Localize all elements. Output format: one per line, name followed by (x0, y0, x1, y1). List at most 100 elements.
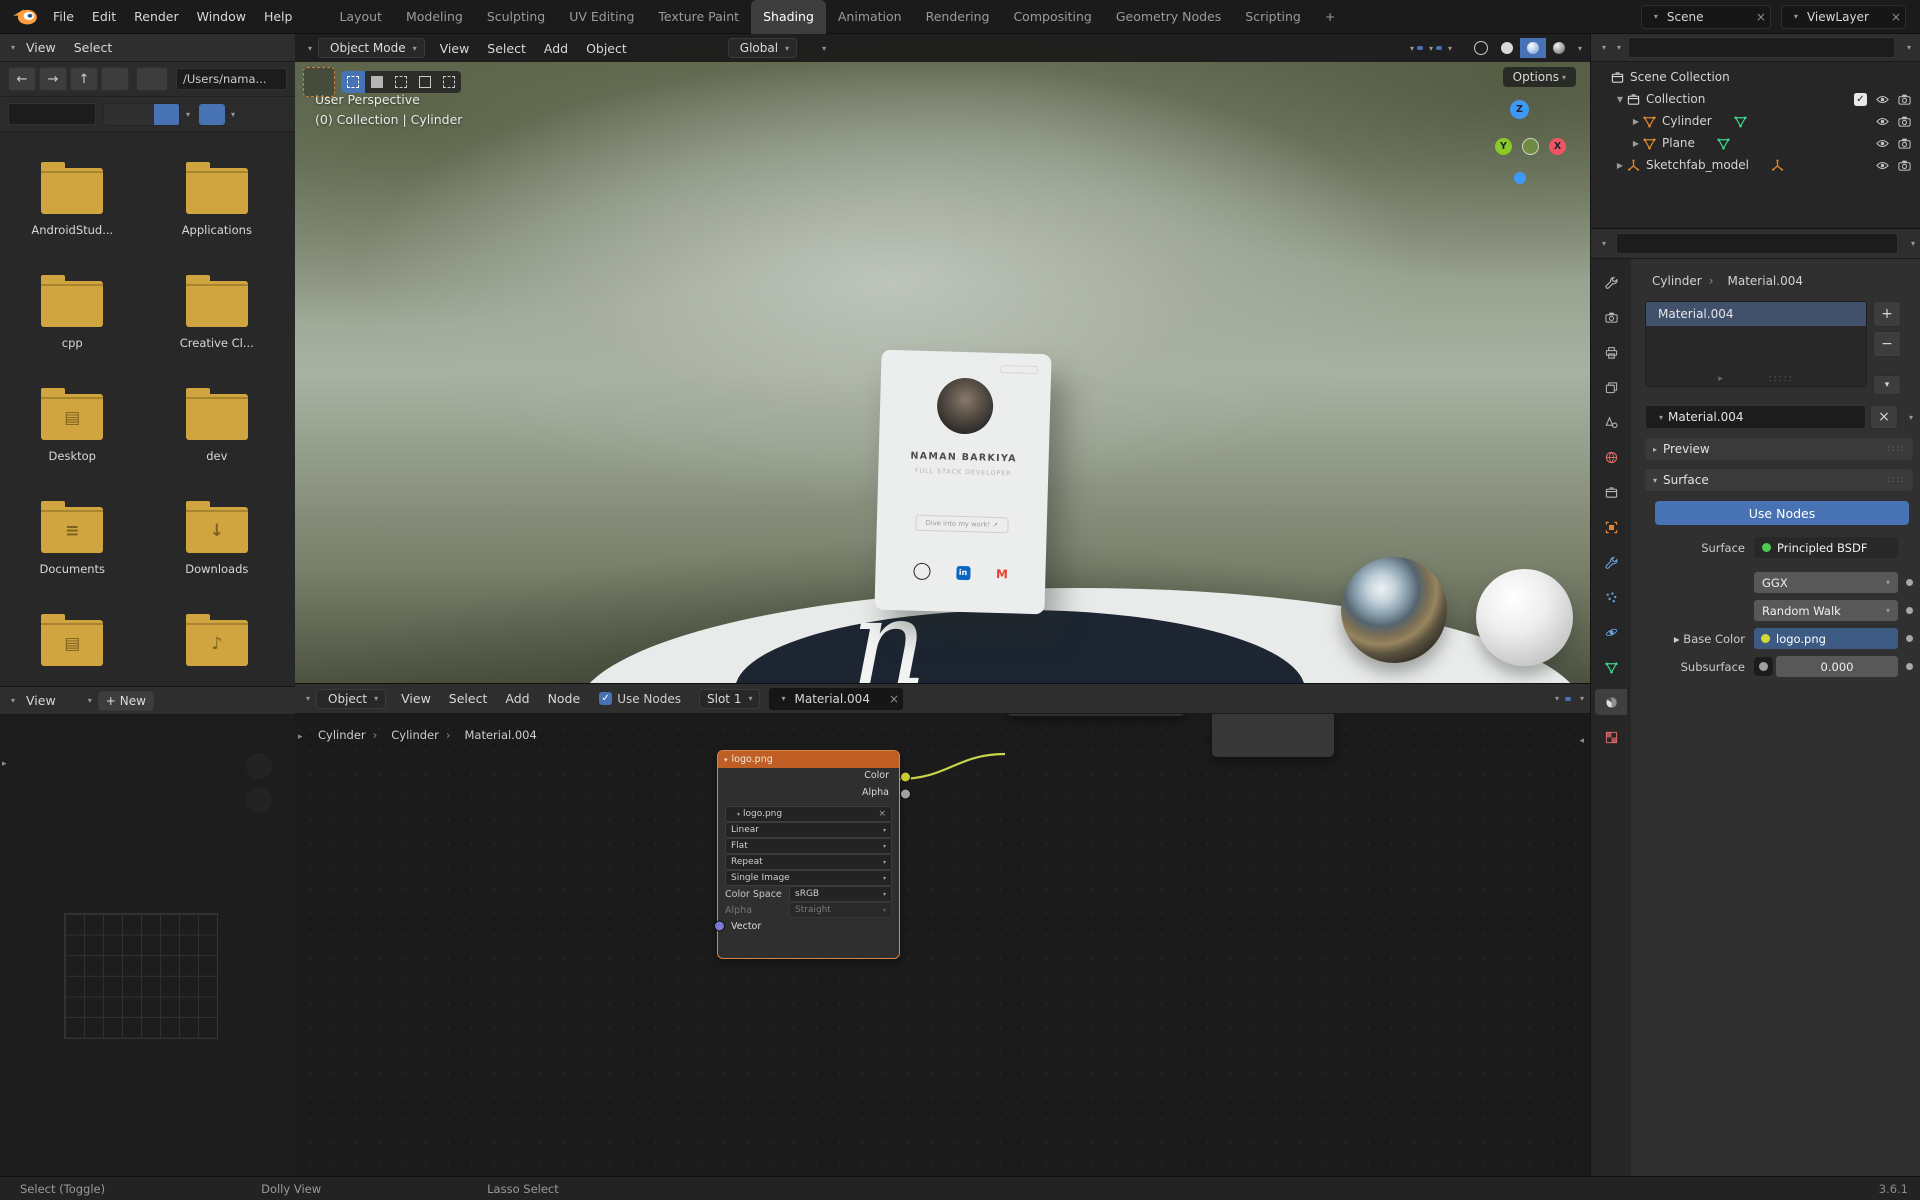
properties-tab-output[interactable] (1595, 339, 1627, 365)
workspace-tab-texture-paint[interactable]: Texture Paint (646, 0, 751, 34)
hide-viewport-icon[interactable] (1876, 115, 1889, 128)
properties-tab-physics[interactable] (1595, 619, 1627, 645)
interpolation-dropdown[interactable]: Linear ▾ (725, 822, 892, 838)
expander-icon[interactable]: ▶ (1629, 139, 1643, 148)
collapse-icon[interactable]: ▾ (724, 756, 728, 764)
visibility-icon[interactable] (1398, 46, 1404, 50)
viewport-menu-add[interactable]: Add (535, 38, 577, 59)
pin-icon[interactable] (906, 697, 914, 701)
menus-collapsed-icon[interactable] (67, 699, 75, 703)
close-icon[interactable]: × (889, 692, 899, 706)
axis-z-gizmo[interactable]: Z (1510, 100, 1529, 119)
image-texture-node[interactable]: ▾ logo.png Color Alpha ▾ logo.png × Line… (714, 750, 911, 959)
disable-render-icon[interactable] (1898, 137, 1911, 150)
use-nodes-checkbox[interactable]: ✓ Use Nodes (599, 692, 681, 706)
workspace-tab-rendering[interactable]: Rendering (914, 0, 1002, 34)
decorator-dot[interactable] (1906, 579, 1913, 586)
breadcrumb-material[interactable]: Material.004 (1728, 274, 1803, 288)
outliner-item-label[interactable]: Cylinder (1662, 114, 1712, 128)
preview-panel-header[interactable]: ▸ Preview :::: (1645, 438, 1913, 460)
viewlayer-name[interactable]: ViewLayer (1803, 10, 1881, 24)
back-button[interactable]: ← (8, 67, 36, 91)
distribution-dropdown[interactable]: GGX ▾ (1754, 572, 1898, 593)
shader-editor-menu-select[interactable]: Select (440, 688, 497, 709)
folder-applications[interactable]: Applications (145, 158, 290, 271)
shader-type-selector[interactable]: Object ▾ (316, 688, 387, 709)
path-field[interactable]: /Users/nama... (176, 68, 287, 90)
sidebar-toggle-icon[interactable]: ▸ (2, 759, 7, 769)
file-search-input[interactable] (8, 103, 96, 125)
folder-androidstud[interactable]: AndroidStud... (0, 158, 145, 271)
folder-downloads[interactable]: ↓ Downloads (145, 497, 290, 610)
forward-button[interactable]: → (39, 67, 67, 91)
workspace-tab-modeling[interactable]: Modeling (394, 0, 475, 34)
workspace-tab-uv-editing[interactable]: UV Editing (557, 0, 646, 34)
output-alpha[interactable]: Alpha (718, 785, 911, 802)
exclude-checkbox[interactable]: ✓ (1854, 92, 1867, 106)
filter-toggle-button[interactable] (199, 103, 226, 125)
up-button[interactable]: ↑ (70, 67, 98, 91)
properties-tab-render[interactable] (1595, 304, 1627, 330)
close-icon[interactable]: × (878, 809, 886, 819)
folder-desktop[interactable]: ▤ Desktop (0, 384, 145, 497)
outliner-row-plane[interactable]: ▶ Plane (1591, 132, 1920, 154)
shader-editor[interactable]: ▾ Object ▾ View Select Add Node ✓ Use Nodes… (295, 683, 1590, 1177)
select-difference-button[interactable] (413, 71, 437, 93)
viewlayer-selector[interactable]: ▾ ViewLayer × (1780, 4, 1906, 29)
properties-tab-world[interactable] (1595, 444, 1627, 470)
slot-selector[interactable]: Slot 1 ▾ (699, 688, 761, 709)
select-extend-button[interactable] (365, 71, 389, 93)
node-snap-icon[interactable] (1538, 697, 1546, 701)
source-dropdown[interactable]: Single Image ▾ (725, 870, 892, 886)
properties-tab-material[interactable] (1595, 689, 1627, 715)
properties-tab-scene[interactable] (1595, 409, 1627, 435)
prop-link-field[interactable]: logo.png (1754, 628, 1898, 649)
properties-tab-view-layer[interactable] (1595, 374, 1627, 400)
outliner-row-sketchfab-model[interactable]: ▶ Sketchfab_model (1591, 154, 1920, 176)
outliner-search-input[interactable] (1628, 37, 1895, 58)
disable-render-icon[interactable] (1898, 159, 1911, 172)
prop-slider[interactable]: 0.000 (1776, 656, 1898, 677)
breadcrumb-object[interactable]: Cylinder (1652, 274, 1702, 288)
output-color[interactable]: Color (718, 768, 911, 785)
hide-viewport-icon[interactable] (1876, 93, 1889, 106)
workspace-tab-geometry-nodes[interactable]: Geometry Nodes (1104, 0, 1233, 34)
new-image-button[interactable]: + New (97, 690, 154, 711)
workspace-tab-sculpting[interactable]: Sculpting (475, 0, 557, 34)
surface-shader-selector[interactable]: Principled BSDF (1754, 537, 1898, 558)
workspace-tab-shading[interactable]: Shading (751, 0, 826, 34)
shader-editor-menu-view[interactable]: View (392, 688, 440, 709)
decorator-dot[interactable] (1906, 635, 1913, 642)
axis-z-neg-gizmo[interactable] (1514, 172, 1526, 184)
view-thumbnail-button[interactable] (154, 103, 179, 125)
close-icon[interactable]: × (1891, 10, 1901, 24)
properties-tab-object[interactable] (1595, 514, 1627, 540)
folder-documents[interactable]: ≡ Documents (0, 497, 145, 610)
material-datablock[interactable]: ▾ Material.004 × (768, 686, 905, 711)
list-resize-grip[interactable]: ▸ ::::: (1646, 374, 1866, 384)
file-browser-menu-view[interactable]: View (17, 37, 65, 58)
shader-editor-menu-node[interactable]: Node (539, 688, 590, 709)
properties-tab-texture[interactable] (1595, 724, 1627, 750)
material-output-node[interactable] (1212, 711, 1334, 757)
shading-solid-button[interactable] (1494, 38, 1520, 58)
expander-icon[interactable]: ▼ (1613, 95, 1627, 104)
breadcrumb-collapse-icon[interactable]: ▸ (298, 732, 303, 742)
select-subtract-button[interactable] (389, 71, 413, 93)
color-space-dropdown[interactable]: sRGB ▾ (789, 886, 892, 902)
mode-selector[interactable]: Object Mode ▾ (318, 38, 425, 58)
select-intersect-button[interactable] (437, 71, 461, 93)
outliner-row-scene-collection[interactable]: Scene Collection (1591, 66, 1920, 88)
new-folder-button[interactable] (136, 67, 168, 91)
decorator-dot[interactable] (1906, 663, 1913, 670)
vector-socket[interactable] (714, 920, 725, 932)
topbar-menu-window[interactable]: Window (188, 6, 255, 27)
outliner-item-label[interactable]: Scene Collection (1630, 70, 1730, 84)
overlays-toggle[interactable] (1435, 46, 1442, 50)
shading-material-button[interactable] (1519, 38, 1546, 58)
color-socket[interactable] (900, 771, 911, 782)
image-editor-menu-view[interactable]: View (17, 690, 65, 711)
alpha-socket[interactable] (900, 788, 911, 799)
folder-item[interactable]: ♪ (145, 610, 290, 686)
topbar-menu-edit[interactable]: Edit (83, 6, 125, 27)
